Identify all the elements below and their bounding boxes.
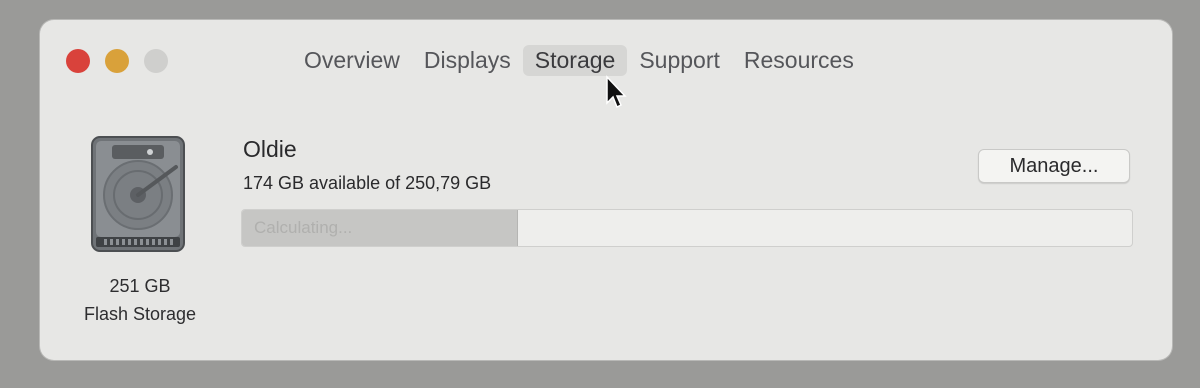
close-button[interactable] [66, 49, 90, 73]
minimize-button[interactable] [105, 49, 129, 73]
mouse-pointer-icon [606, 75, 627, 109]
tab-storage[interactable]: Storage [522, 45, 628, 76]
storage-bar-label: Calculating... [254, 218, 353, 237]
tab-displays[interactable]: Displays [412, 45, 523, 76]
manage-button[interactable]: Manage... [978, 149, 1130, 183]
volume-name: Oldie [243, 136, 297, 162]
storage-usage-bar: Calculating... [241, 209, 1133, 247]
tab-overview[interactable]: Overview [292, 45, 412, 76]
disk-size: 251 GB [109, 276, 171, 296]
volume-availability: 174 GB available of 250,79 GB [243, 173, 492, 193]
about-this-mac-window: Overview Displays Storage Support Resour… [40, 20, 1172, 360]
disk-type: Flash Storage [83, 304, 197, 324]
zoom-button[interactable] [144, 49, 168, 73]
disk-capacity-label: 251 GB Flash Storage [60, 272, 220, 328]
tab-resources[interactable]: Resources [732, 45, 866, 76]
tab-support[interactable]: Support [627, 45, 732, 76]
tab-bar: Overview Displays Storage Support Resour… [292, 45, 866, 76]
hard-drive-icon [91, 136, 185, 252]
